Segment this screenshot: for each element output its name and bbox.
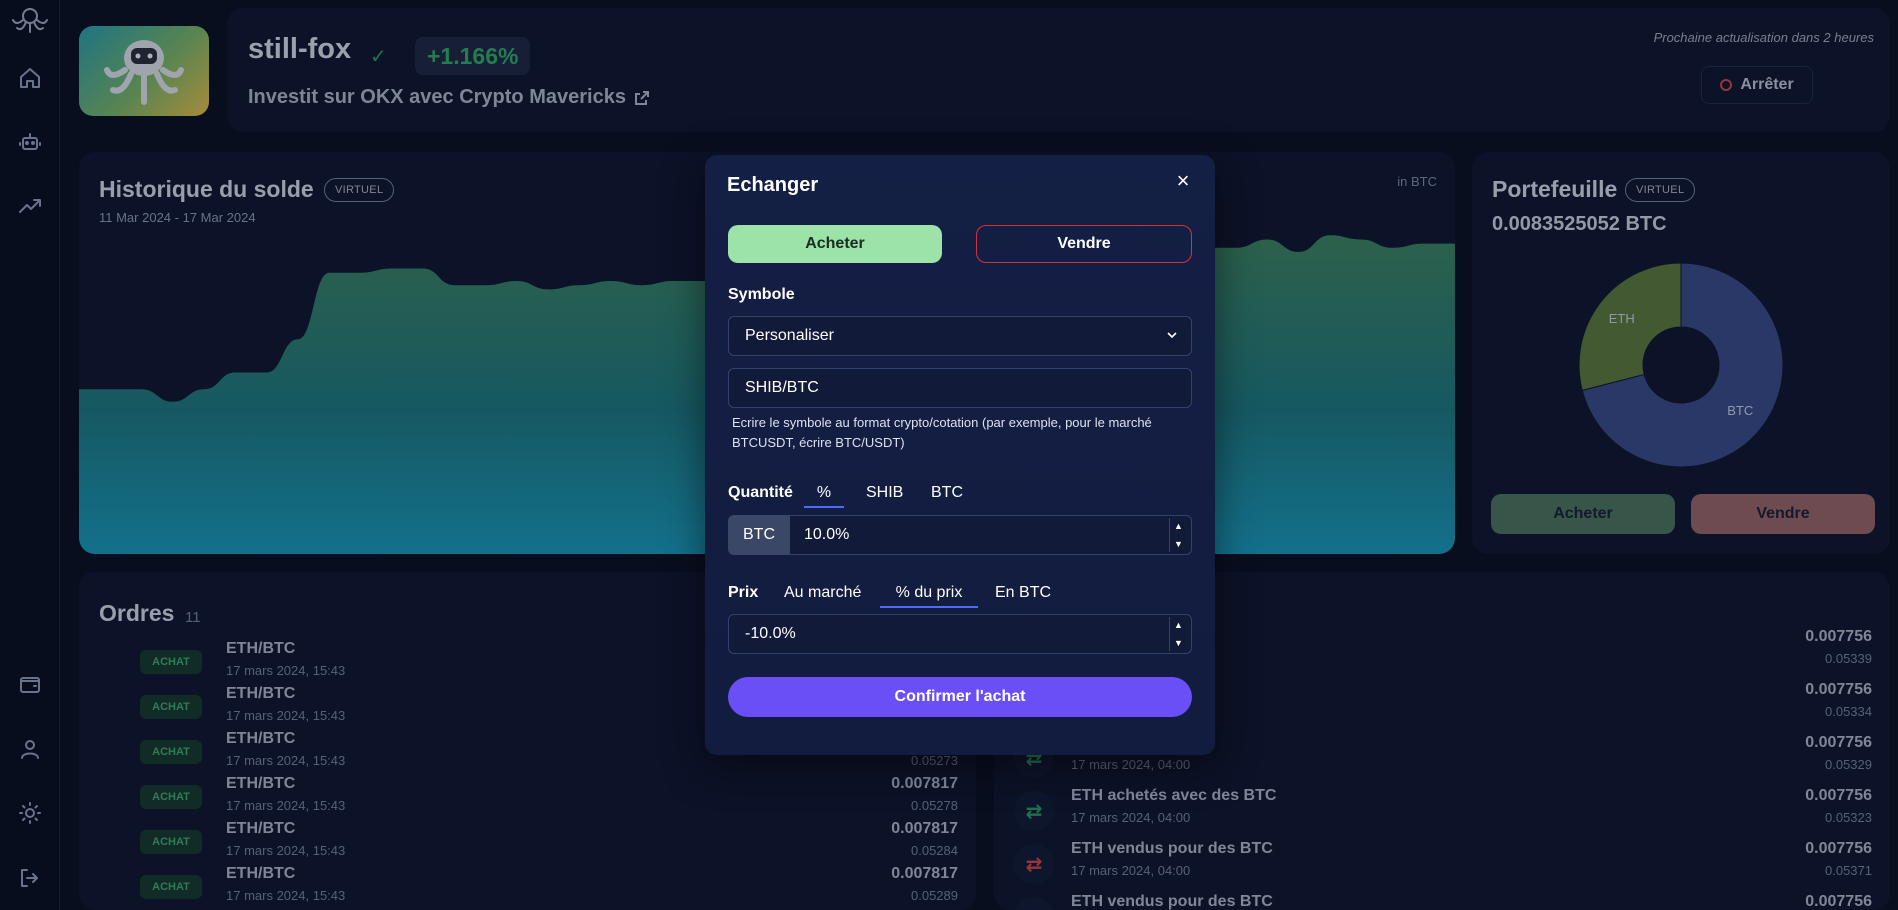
symbol-select[interactable]: Personaliser <box>728 316 1192 356</box>
price-spin-down-icon[interactable]: ▼ <box>1174 635 1183 651</box>
price-spin-up-icon[interactable]: ▲ <box>1174 617 1183 633</box>
quantity-opt-percent[interactable]: % <box>804 484 844 508</box>
symbol-select-value: Personaliser <box>745 327 834 344</box>
price-opt-btc[interactable]: En BTC <box>995 584 1051 608</box>
chevron-down-icon <box>1167 332 1177 339</box>
quantity-opt-shib[interactable]: SHIB <box>866 484 903 508</box>
price-stepper[interactable]: -10.0% ▲ ▼ <box>728 614 1192 654</box>
quantity-value: 10.0% <box>804 526 850 543</box>
price-label: Prix <box>728 584 759 601</box>
close-icon[interactable]: × <box>1169 167 1197 195</box>
quantity-unit: BTC <box>728 515 790 555</box>
symbol-label: Symbole <box>728 286 795 303</box>
spin-up-icon[interactable]: ▲ <box>1174 518 1183 534</box>
quantity-opt-btc[interactable]: BTC <box>931 484 963 508</box>
price-value: -10.0% <box>745 625 796 642</box>
price-opt-percent[interactable]: % du prix <box>880 584 978 608</box>
spin-down-icon[interactable]: ▼ <box>1174 536 1183 552</box>
price-opt-market[interactable]: Au marché <box>784 584 861 608</box>
confirm-buy-button[interactable]: Confirmer l'achat <box>728 677 1192 717</box>
buy-tab-button[interactable]: Acheter <box>728 225 942 263</box>
quantity-label: Quantité <box>728 484 793 501</box>
symbol-input[interactable]: SHIB/BTC <box>728 368 1192 408</box>
quantity-stepper[interactable]: 10.0% ▲ ▼ <box>790 515 1192 555</box>
sell-tab-button[interactable]: Vendre <box>976 225 1192 263</box>
price-spinner[interactable]: ▲ ▼ <box>1169 617 1187 651</box>
quantity-spinner[interactable]: ▲ ▼ <box>1169 518 1187 552</box>
modal-title: Echanger <box>727 174 819 196</box>
symbol-hint: Ecrire le symbole au format crypto/cotat… <box>732 415 1152 450</box>
exchange-modal: Echanger × Acheter Vendre Symbole Person… <box>705 155 1215 755</box>
symbol-input-value: SHIB/BTC <box>745 379 819 396</box>
